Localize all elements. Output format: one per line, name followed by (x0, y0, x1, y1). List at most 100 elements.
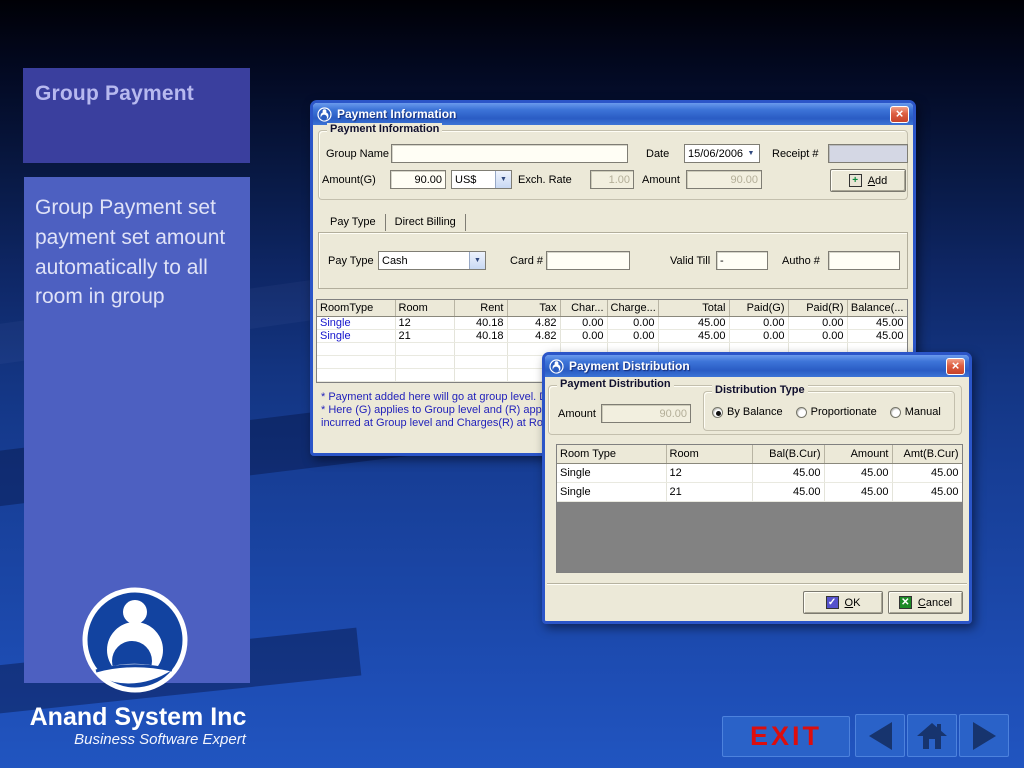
table-cell: 0.00 (560, 329, 608, 343)
close-icon[interactable]: × (890, 105, 909, 123)
group-name-input[interactable] (391, 144, 628, 163)
empty-table-cell (395, 342, 455, 356)
date-dropdown[interactable]: 15/06/2006 ▼ (684, 144, 760, 163)
empty-table-cell (395, 368, 455, 382)
column-header[interactable]: Charge... (607, 300, 659, 317)
table-cell: 45.00 (892, 463, 962, 483)
column-header[interactable]: Paid(G) (729, 300, 789, 317)
close-icon[interactable]: × (946, 357, 965, 375)
ok-check-icon: ✓ (825, 596, 839, 609)
payment-distribution-titlebar[interactable]: Payment Distribution × (545, 355, 969, 377)
radio-label: Manual (904, 406, 941, 418)
date-label: Date (646, 148, 670, 160)
cancel-button[interactable]: ✕ Cancel (888, 591, 963, 614)
previous-slide-button[interactable] (855, 714, 905, 757)
table-row[interactable]: Single 21 40.18 4.82 0.00 0.00 45.00 0.00 0.00 45… (317, 329, 907, 343)
table-cell: Single (317, 316, 396, 330)
empty-table-cell (395, 355, 455, 369)
column-header[interactable]: Amount (824, 445, 893, 464)
receipt-input[interactable] (828, 144, 908, 163)
currency-dropdown[interactable]: US$ ▼ (451, 170, 512, 189)
column-header[interactable]: Balance(... (847, 300, 907, 317)
table-row[interactable]: Single 12 40.18 4.82 0.00 0.00 45.00 0.00 0.00 45… (317, 316, 907, 330)
chevron-down-icon[interactable]: ▼ (743, 145, 759, 162)
column-header[interactable]: Total (658, 300, 730, 317)
amount-g-input[interactable]: 90.00 (390, 170, 446, 189)
ok-button[interactable]: ✓ OK (803, 591, 883, 614)
table-cell: 45.00 (752, 463, 825, 483)
amount-input[interactable]: 90.00 (686, 170, 762, 189)
groupbox-label: Distribution Type (712, 384, 808, 396)
table-cell: 0.00 (729, 329, 789, 343)
autho-number-label: Autho # (782, 255, 820, 267)
radio-option[interactable]: Manual (889, 406, 941, 418)
slide-background: Group Payment Group Payment set payment … (0, 0, 1024, 768)
distribution-amount-input[interactable]: 90.00 (601, 404, 691, 423)
radio-option[interactable]: By Balance (712, 406, 783, 418)
empty-table-cell (317, 342, 396, 356)
radio-icon[interactable] (795, 406, 807, 418)
autho-number-input[interactable] (828, 251, 900, 270)
tab-pay-type[interactable]: Pay Type (321, 214, 386, 231)
column-header[interactable]: Char... (560, 300, 608, 317)
payment-information-titlebar[interactable]: Payment Information × (313, 103, 913, 125)
column-header[interactable]: Room (395, 300, 455, 317)
radio-icon[interactable] (889, 406, 901, 418)
window-logo-icon (317, 106, 332, 122)
forward-arrow-icon (972, 721, 996, 750)
column-header[interactable]: Bal(B.Cur) (752, 445, 825, 464)
radio-icon[interactable] (712, 406, 723, 418)
slide-title: Group Payment (35, 82, 194, 105)
table-cell: 45.00 (847, 329, 907, 343)
pay-type-dropdown[interactable]: Cash ▼ (378, 251, 486, 270)
exit-button[interactable]: EXIT (722, 716, 850, 757)
distribution-type-radios: By Balance Proportionate Manual (712, 406, 954, 421)
ok-button-label: OK (844, 596, 861, 609)
column-header[interactable]: Paid(R) (788, 300, 848, 317)
table-cell: 12 (395, 316, 455, 330)
window-title: Payment Distribution (569, 359, 690, 373)
tab-direct-billing[interactable]: Direct Billing (386, 214, 466, 231)
groupbox-label: Payment Distribution (557, 378, 674, 390)
column-header[interactable]: Room (666, 445, 753, 464)
next-slide-button[interactable] (959, 714, 1009, 757)
table-row[interactable]: Single 12 45.00 45.00 45.00 (557, 463, 962, 483)
table-cell: 45.00 (892, 482, 962, 502)
table-cell: 45.00 (824, 463, 893, 483)
table-cell: 40.18 (454, 329, 508, 343)
table-cell: 45.00 (658, 329, 730, 343)
table-cell: 0.00 (607, 316, 659, 330)
table-row[interactable]: Single 21 45.00 45.00 45.00 (557, 482, 962, 502)
chevron-down-icon[interactable]: ▼ (469, 252, 485, 269)
exch-rate-input[interactable]: 1.00 (590, 170, 634, 189)
column-header[interactable]: Amt(B.Cur) (892, 445, 962, 464)
table-cell: 4.82 (507, 329, 561, 343)
column-header[interactable]: RoomType (317, 300, 396, 317)
column-header[interactable]: Tax (507, 300, 561, 317)
slide-title-box: Group Payment (23, 68, 250, 163)
receipt-label: Receipt # (772, 148, 819, 160)
radio-label: Proportionate (810, 406, 877, 418)
add-button-label: Add (867, 174, 888, 187)
home-icon (917, 722, 947, 749)
table-cell: 45.00 (847, 316, 907, 330)
footnote-line: * Payment added here will go at group le… (321, 391, 560, 403)
valid-till-input[interactable]: - (716, 251, 768, 270)
groupbox-label: Payment Information (327, 123, 443, 135)
valid-till-label: Valid Till (670, 255, 711, 267)
table-cell: 0.00 (607, 329, 659, 343)
payment-information-groupbox: Payment Information (318, 123, 908, 200)
home-button[interactable] (907, 714, 957, 757)
footnote-line: incurred at Group level and Charges(R) a… (321, 417, 559, 429)
group-name-label: Group Name (326, 148, 389, 160)
table-cell: 45.00 (752, 482, 825, 502)
add-button[interactable]: + Add (830, 169, 906, 192)
column-header[interactable]: Rent (454, 300, 508, 317)
table-cell: 21 (666, 482, 753, 502)
card-number-input[interactable] (546, 251, 630, 270)
column-header[interactable]: Room Type (557, 445, 667, 464)
chevron-down-icon[interactable]: ▼ (495, 171, 511, 188)
distribution-table-container: Room Type Room Bal(B.Cur) Amount Amt(B.Cur) … (556, 444, 963, 573)
radio-option[interactable]: Proportionate (795, 406, 877, 418)
cancel-button-label: Cancel (917, 596, 953, 609)
